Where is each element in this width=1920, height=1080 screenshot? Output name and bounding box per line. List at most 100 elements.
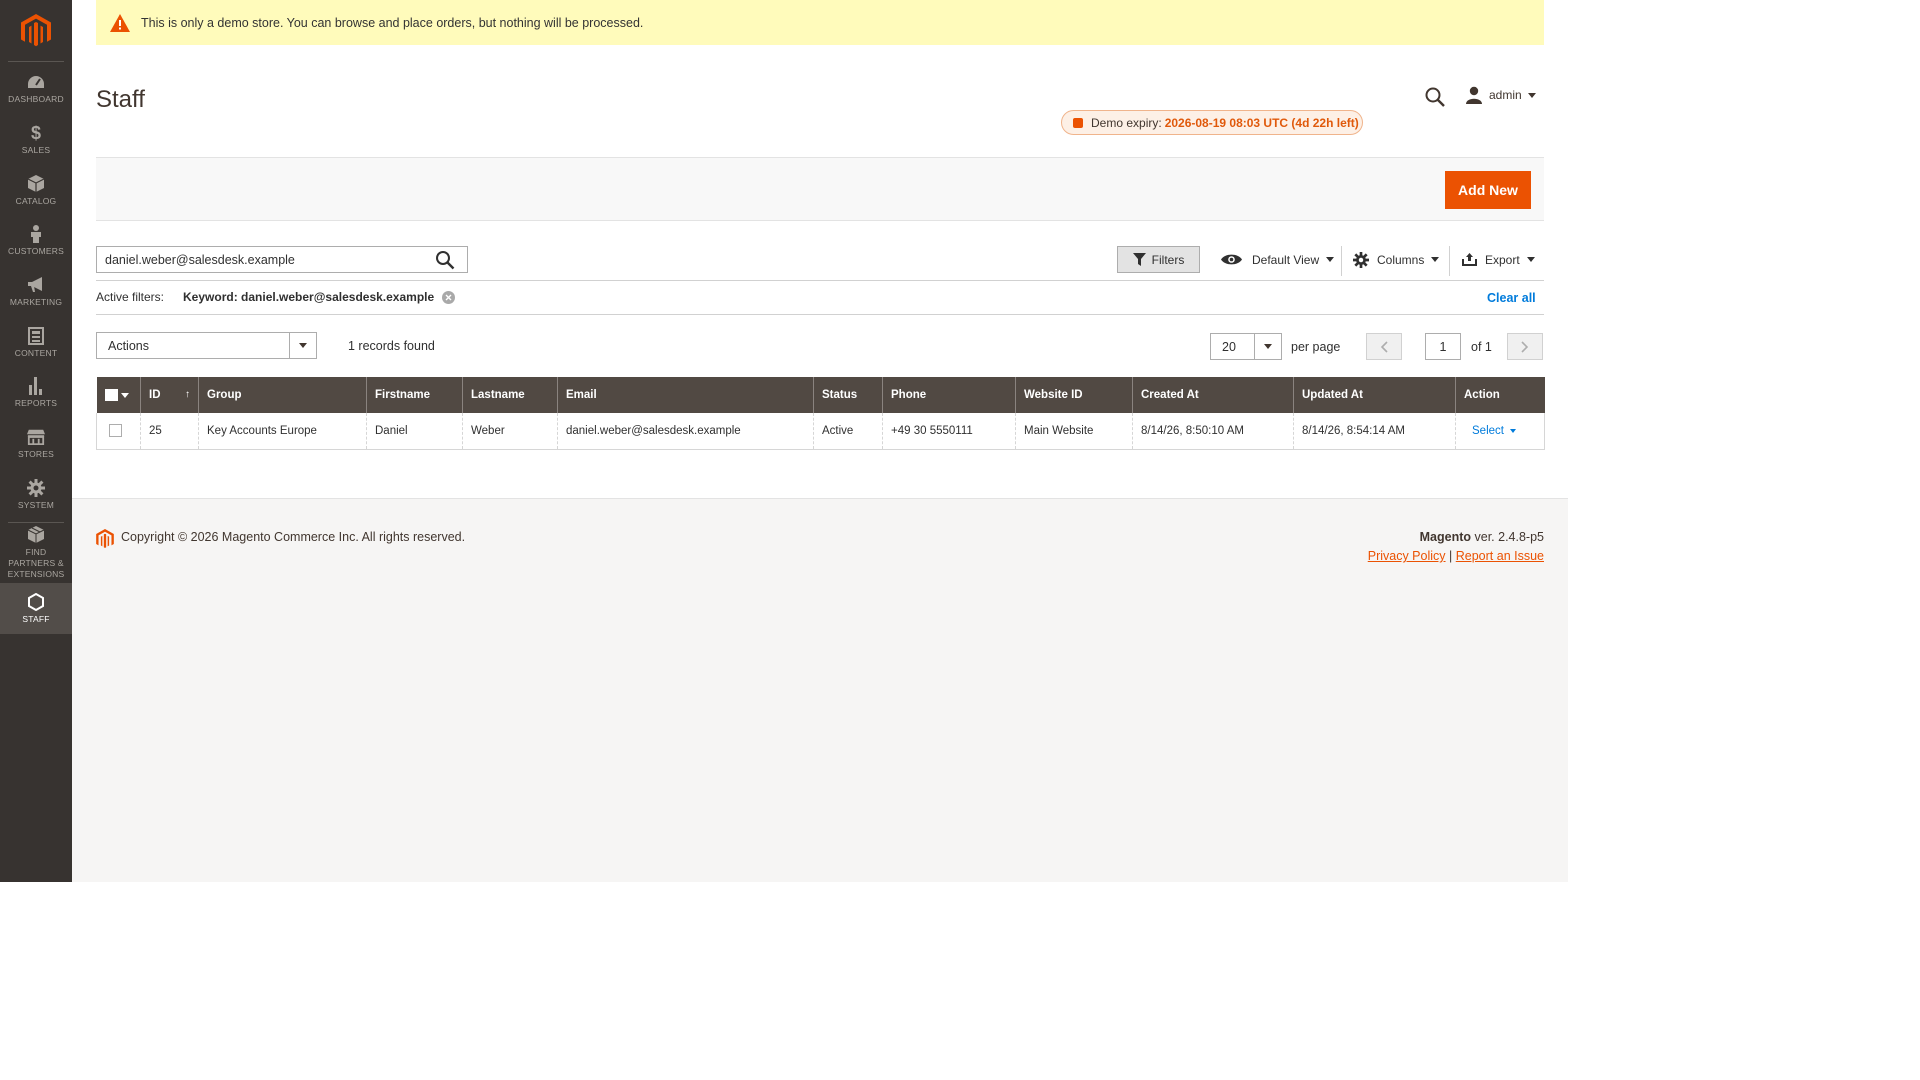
report-issue-link[interactable]: Report an Issue (1456, 549, 1544, 563)
column-header-updated-at[interactable]: Updated At (1293, 377, 1456, 413)
mass-select-header[interactable] (96, 377, 141, 413)
add-new-button[interactable]: Add New (1445, 171, 1531, 209)
cell-lastname: Weber (462, 413, 558, 450)
status-dot-icon (1073, 117, 1083, 128)
view-dropdown[interactable]: Default View (1221, 246, 1335, 273)
column-header-id[interactable]: ID ↑ (140, 377, 199, 413)
eye-icon (1221, 254, 1242, 265)
store-icon (27, 428, 45, 446)
sidebar-item-label: REPORTS (14, 398, 58, 409)
sidebar-item-label: DASHBOARD (8, 94, 64, 105)
dollar-icon: $ (30, 122, 41, 143)
sidebar-item-label: MARKETING (9, 297, 63, 308)
magento-logo-icon[interactable] (21, 14, 51, 48)
per-page-value: 20 (1222, 339, 1236, 354)
sidebar-item-label: FIND PARTNERS & EXTENSIONS (7, 547, 65, 580)
demo-expiry-badge: Demo expiry: 2026-08-19 08:03 UTC (4d 22… (1061, 110, 1363, 135)
per-page-select[interactable]: 20 (1210, 333, 1282, 360)
demo-expiry-label: Demo expiry: (1091, 115, 1162, 130)
sidebar-item-customers[interactable]: CUSTOMERS (0, 216, 72, 267)
sidebar-item-system[interactable]: SYSTEM (0, 470, 72, 521)
column-header-status[interactable]: Status (813, 377, 883, 413)
column-header-firstname[interactable]: Firstname (366, 377, 463, 413)
page-number-input[interactable] (1425, 333, 1461, 360)
row-action-select[interactable]: Select (1472, 425, 1516, 437)
next-page-button[interactable] (1507, 333, 1543, 360)
sidebar-item-staff[interactable]: STAFF (0, 583, 72, 634)
search-input[interactable] (97, 247, 427, 272)
toolbar-divider (1341, 246, 1342, 276)
cubes-icon (27, 526, 45, 544)
sidebar-item-label: SYSTEM (17, 499, 55, 510)
active-filters-label: Active filters: (96, 290, 165, 304)
sidebar-item-label: STORES (18, 449, 54, 460)
page-actions-bar: Add New (96, 157, 1544, 221)
admin-sidebar: DASHBOARD $ SALES CATALOG CUSTOMERS MARK… (0, 0, 72, 882)
sidebar-item-content[interactable]: CONTENT (0, 317, 72, 368)
divider (96, 314, 1544, 315)
sidebar-item-marketing[interactable]: MARKETING (0, 267, 72, 318)
sidebar-item-catalog[interactable]: CATALOG (0, 165, 72, 216)
bar-chart-icon (27, 377, 45, 396)
search-icon[interactable] (1424, 86, 1446, 108)
person-icon (27, 225, 45, 244)
column-header-website-id[interactable]: Website ID (1015, 377, 1133, 413)
sidebar-item-sales[interactable]: $ SALES (0, 115, 72, 166)
columns-dropdown[interactable]: Columns (1353, 246, 1440, 273)
sidebar-item-label: CATALOG (15, 195, 57, 206)
mass-actions-select[interactable]: Actions (96, 332, 317, 359)
hexagon-icon (27, 592, 45, 611)
link-separator: | (1449, 549, 1453, 563)
export-dropdown[interactable]: Export (1462, 246, 1535, 273)
dashboard-icon (27, 73, 45, 91)
column-header-lastname[interactable]: Lastname (462, 377, 558, 413)
sidebar-divider (8, 61, 64, 62)
privacy-policy-link[interactable]: Privacy Policy (1368, 549, 1446, 563)
search-icon[interactable] (435, 250, 455, 270)
admin-user-menu[interactable]: admin (1466, 86, 1536, 104)
keyword-search (96, 246, 468, 273)
cell-action: Select (1455, 413, 1545, 450)
row-checkbox[interactable] (109, 424, 122, 438)
box-icon (27, 174, 45, 193)
sidebar-item-reports[interactable]: REPORTS (0, 368, 72, 419)
sidebar-item-find-partners[interactable]: FIND PARTNERS & EXTENSIONS (0, 523, 72, 583)
column-header-group[interactable]: Group (198, 377, 367, 413)
chevron-down-icon[interactable] (120, 392, 129, 398)
records-found: 1 records found (348, 339, 435, 353)
warning-icon (110, 13, 130, 32)
sidebar-item-stores[interactable]: STORES (0, 419, 72, 470)
version-info: Magento ver. 2.4.8-p5 (1420, 530, 1544, 544)
filters-button[interactable]: Filters (1117, 246, 1200, 273)
column-header-email[interactable]: Email (557, 377, 814, 413)
previous-page-button[interactable] (1366, 333, 1402, 360)
row-action-label: Select (1472, 424, 1504, 437)
cell-website: Main Website (1015, 413, 1133, 450)
brand-name: Magento (1419, 530, 1472, 544)
cell-created-at: 8/14/26, 8:50:10 AM (1132, 413, 1294, 450)
sidebar-item-label: CUSTOMERS (8, 246, 64, 257)
footer-links: Privacy Policy | Report an Issue (1368, 549, 1544, 563)
row-select-cell (96, 413, 141, 450)
sidebar-item-label: SALES (21, 145, 51, 156)
sidebar-item-label: CONTENT (14, 347, 58, 358)
mass-actions-label: Actions (108, 338, 149, 353)
sidebar-menu: DASHBOARD $ SALES CATALOG CUSTOMERS MARK… (0, 64, 72, 634)
chevron-down-icon (1254, 334, 1281, 359)
sidebar-item-dashboard[interactable]: DASHBOARD (0, 64, 72, 115)
column-header-created-at[interactable]: Created At (1132, 377, 1294, 413)
remove-filter-icon[interactable] (442, 290, 456, 304)
page-footer: Copyright © 2026 Magento Commerce Inc. A… (72, 498, 1568, 882)
sidebar-item-label: STAFF (22, 613, 50, 624)
copyright-text: Copyright © 2026 Magento Commerce Inc. A… (121, 530, 466, 544)
clear-all-filters-link[interactable]: Clear all (1487, 291, 1536, 305)
mass-select-checkbox[interactable] (104, 389, 118, 401)
chevron-down-icon (1509, 428, 1516, 433)
export-label: Export (1485, 252, 1520, 267)
column-header-phone[interactable]: Phone (882, 377, 1016, 413)
gear-icon (1353, 251, 1369, 268)
admin-username: admin (1489, 88, 1522, 102)
cell-phone: +49 30 5550111 (882, 413, 1016, 450)
cell-email: daniel.weber@salesdesk.example (557, 413, 814, 450)
page-total: of 1 (1471, 340, 1492, 354)
